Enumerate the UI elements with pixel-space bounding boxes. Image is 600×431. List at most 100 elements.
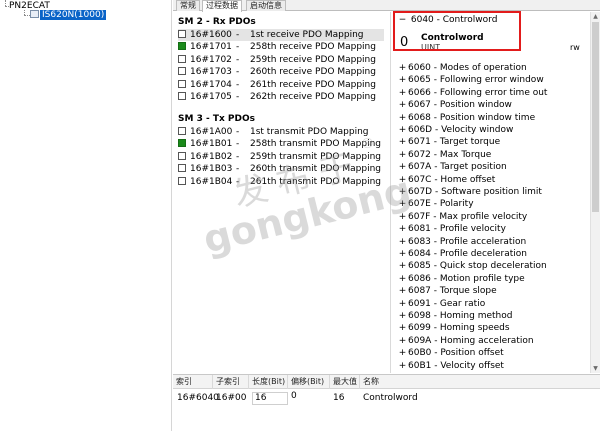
- grid-header-name[interactable]: 名称: [360, 375, 600, 389]
- expand-icon[interactable]: +: [397, 161, 408, 173]
- pdo-row[interactable]: 16#1B04-261th transmit PDO Mapping: [178, 176, 381, 188]
- pdo-checkbox[interactable]: [178, 139, 186, 148]
- pdo-row[interactable]: 16#1A00-1st transmit PDO Mapping: [178, 126, 369, 138]
- grid-header-subindex[interactable]: 子索引: [213, 375, 249, 389]
- expand-icon[interactable]: +: [397, 298, 408, 310]
- pdo-checkbox[interactable]: [178, 30, 186, 38]
- expand-icon[interactable]: +: [397, 99, 408, 111]
- scrollbar-thumb[interactable]: [592, 22, 599, 212]
- object-item[interactable]: +6065 - Following error window: [397, 74, 544, 86]
- pdo-checkbox[interactable]: [178, 54, 186, 63]
- pdo-row[interactable]: 16#1703-260th receive PDO Mapping: [178, 66, 376, 78]
- pdo-index: 16#1B03: [190, 164, 233, 175]
- object-item[interactable]: +6083 - Profile acceleration: [397, 236, 526, 248]
- expand-icon[interactable]: +: [397, 124, 408, 136]
- pdo-row[interactable]: 16#1705-262th receive PDO Mapping: [178, 91, 376, 103]
- object-item[interactable]: +6099 - Homing speeds: [397, 322, 510, 334]
- object-item[interactable]: +60B0 - Position offset: [397, 347, 504, 359]
- tab-general[interactable]: 常规: [176, 0, 200, 11]
- scroll-down-icon[interactable]: ▼: [591, 364, 600, 373]
- expand-icon[interactable]: +: [397, 335, 408, 347]
- vertical-scrollbar[interactable]: ▲ ▼: [590, 12, 600, 373]
- pdo-row[interactable]: 16#1702-259th receive PDO Mapping: [178, 54, 376, 66]
- object-item[interactable]: +607C - Home offset: [397, 174, 496, 186]
- pdo-row[interactable]: 16#1B01-258th transmit PDO Mapping: [178, 138, 381, 150]
- expand-icon[interactable]: +: [397, 223, 408, 235]
- expand-icon[interactable]: +: [397, 74, 408, 86]
- grid-header-max[interactable]: 最大值: [330, 375, 360, 389]
- tab-startup-info[interactable]: 启动信息: [246, 0, 286, 11]
- grid-cell-subindex[interactable]: 16#00: [216, 392, 246, 404]
- object-item[interactable]: +6086 - Motion profile type: [397, 273, 525, 285]
- expand-icon[interactable]: +: [397, 347, 408, 359]
- object-item[interactable]: +607D - Software position limit: [397, 186, 542, 198]
- expand-icon[interactable]: +: [397, 236, 408, 248]
- expand-icon[interactable]: +: [397, 112, 408, 124]
- expand-icon[interactable]: +: [397, 186, 408, 198]
- object-item[interactable]: +607F - Max profile velocity: [397, 211, 528, 223]
- expand-icon[interactable]: +: [397, 310, 408, 322]
- pdo-checkbox[interactable]: [178, 176, 186, 185]
- expand-icon[interactable]: +: [397, 198, 408, 210]
- pdo-checkbox[interactable]: [178, 42, 186, 51]
- object-item[interactable]: +607A - Target position: [397, 161, 507, 173]
- expand-icon[interactable]: +: [397, 260, 408, 272]
- object-item[interactable]: +6068 - Position window time: [397, 112, 535, 124]
- pdo-row[interactable]: 16#1704-261th receive PDO Mapping: [178, 79, 376, 91]
- grid-header-offset[interactable]: 偏移(Bit): [288, 375, 330, 389]
- pdo-row[interactable]: 16#1B02-259th transmit PDO Mapping: [178, 151, 381, 163]
- object-item[interactable]: +607E - Polarity: [397, 198, 474, 210]
- object-item[interactable]: +6084 - Profile deceleration: [397, 248, 527, 260]
- pdo-name: 1st transmit PDO Mapping: [250, 127, 369, 137]
- object-item[interactable]: +6085 - Quick stop deceleration: [397, 260, 547, 272]
- object-item[interactable]: +606D - Velocity window: [397, 124, 514, 136]
- tab-process-data[interactable]: 过程数据: [202, 0, 242, 12]
- pdo-checkbox[interactable]: [178, 127, 186, 135]
- pdo-row[interactable]: 16#1600-1st receive PDO Mapping: [178, 29, 384, 41]
- object-item[interactable]: +6098 - Homing method: [397, 310, 513, 322]
- expand-icon[interactable]: +: [397, 273, 408, 285]
- pdo-row[interactable]: 16#1B03-260th transmit PDO Mapping: [178, 163, 381, 175]
- expand-icon[interactable]: +: [397, 174, 408, 186]
- grid-cell-index[interactable]: 16#6040: [177, 392, 219, 404]
- object-item-label: 609A - Homing acceleration: [408, 335, 534, 346]
- grid-cell-offset[interactable]: 0: [291, 390, 297, 402]
- grid-cell-length[interactable]: 16: [252, 392, 288, 405]
- pdo-checkbox[interactable]: [178, 79, 186, 88]
- subindex-access: rw: [570, 43, 580, 52]
- expand-icon[interactable]: +: [397, 248, 408, 260]
- grid-header-index[interactable]: 索引: [173, 375, 213, 389]
- grid-cell-max[interactable]: 16: [333, 392, 344, 404]
- scroll-up-icon[interactable]: ▲: [591, 12, 600, 21]
- expand-icon[interactable]: +: [397, 136, 408, 148]
- object-item[interactable]: +6071 - Target torque: [397, 136, 500, 148]
- expand-icon[interactable]: +: [397, 62, 408, 74]
- expand-icon[interactable]: +: [397, 285, 408, 297]
- object-item[interactable]: +6081 - Profile velocity: [397, 223, 506, 235]
- object-item[interactable]: +6067 - Position window: [397, 99, 512, 111]
- pdo-checkbox[interactable]: [178, 164, 186, 173]
- pdo-checkbox[interactable]: [178, 67, 186, 76]
- object-item-label: 607F - Max profile velocity: [408, 211, 528, 222]
- expand-icon[interactable]: +: [397, 149, 408, 161]
- device-tree: PN2ECAT IS620N(1000): [0, 0, 172, 431]
- object-item[interactable]: +6072 - Max Torque: [397, 149, 492, 161]
- object-item[interactable]: +609A - Homing acceleration: [397, 335, 534, 347]
- grid-cell-name[interactable]: Controlword: [363, 392, 418, 404]
- expand-icon[interactable]: +: [397, 322, 408, 334]
- object-item[interactable]: +60B1 - Velocity offset: [397, 360, 504, 372]
- object-item[interactable]: +6066 - Following error time out: [397, 87, 548, 99]
- object-item-label: 6072 - Max Torque: [408, 149, 492, 160]
- pdo-separator: -: [236, 139, 240, 150]
- expand-icon[interactable]: +: [397, 211, 408, 223]
- tree-node-device[interactable]: IS620N(1000): [30, 9, 107, 21]
- pdo-checkbox[interactable]: [178, 151, 186, 160]
- expand-icon[interactable]: +: [397, 360, 408, 372]
- expand-icon[interactable]: +: [397, 87, 408, 99]
- pdo-row[interactable]: 16#1701-258th receive PDO Mapping: [178, 41, 376, 53]
- object-item[interactable]: +6091 - Gear ratio: [397, 298, 486, 310]
- object-item[interactable]: +6060 - Modes of operation: [397, 62, 527, 74]
- pdo-checkbox[interactable]: [178, 92, 186, 100]
- grid-header-length[interactable]: 长度(Bit): [249, 375, 288, 389]
- object-item[interactable]: +6087 - Torque slope: [397, 285, 497, 297]
